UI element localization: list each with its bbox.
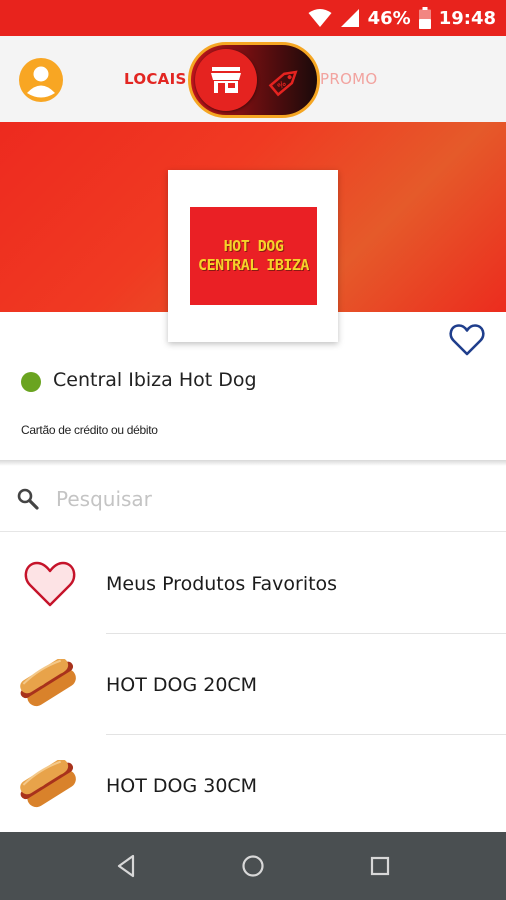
locais-promo-toggle[interactable]: % [188,42,320,118]
back-icon[interactable] [113,852,141,880]
product-list: Meus Produtos Favoritos HOT DOG 20CM HOT… [0,533,506,836]
heart-icon [24,561,76,607]
home-icon[interactable] [239,852,267,880]
recents-icon[interactable] [366,852,394,880]
store-name: Central Ibiza Hot Dog [53,369,257,391]
list-item-favorites[interactable]: Meus Produtos Favoritos [0,533,506,634]
search-input[interactable] [56,482,476,516]
list-item-label: HOT DOG 30CM [106,775,258,797]
hot-dog-icon [20,659,76,707]
list-item-hotdog-20cm[interactable]: HOT DOG 20CM [0,634,506,735]
store-icon [211,67,241,93]
battery-percentage: 46% [367,7,411,29]
system-nav-bar [0,832,506,900]
user-avatar-icon[interactable] [19,58,63,102]
payment-methods: Cartão de crédito ou débito [21,423,158,437]
status-icons: 46% 19:48 [308,0,496,36]
wifi-icon [308,9,332,27]
logo-text-line2: CENTRAL IBIZA [198,256,309,274]
clock: 19:48 [438,7,496,29]
logo-image: HOT DOG CENTRAL IBIZA [190,207,317,305]
list-item-hotdog-30cm[interactable]: HOT DOG 30CM [0,735,506,836]
toggle-knob [195,49,257,111]
store-logo: HOT DOG CENTRAL IBIZA [168,170,338,342]
search-icon [17,488,39,510]
price-tag-icon: % [268,70,298,97]
tab-promo[interactable]: PROMO [320,70,378,88]
logo-text-line1: HOT DOG [223,237,284,255]
heart-outline-icon[interactable] [449,323,485,357]
signal-icon [340,9,359,27]
open-status-dot [21,372,41,392]
list-item-label: Meus Produtos Favoritos [106,573,338,595]
top-nav: LOCAIS PROMO % [0,36,506,122]
tab-locais[interactable]: LOCAIS [124,70,187,88]
status-bar: 46% 19:48 [0,0,506,36]
battery-icon [418,7,431,29]
list-item-label: HOT DOG 20CM [106,674,258,696]
search-bar [0,466,506,532]
hot-dog-icon [20,760,76,808]
